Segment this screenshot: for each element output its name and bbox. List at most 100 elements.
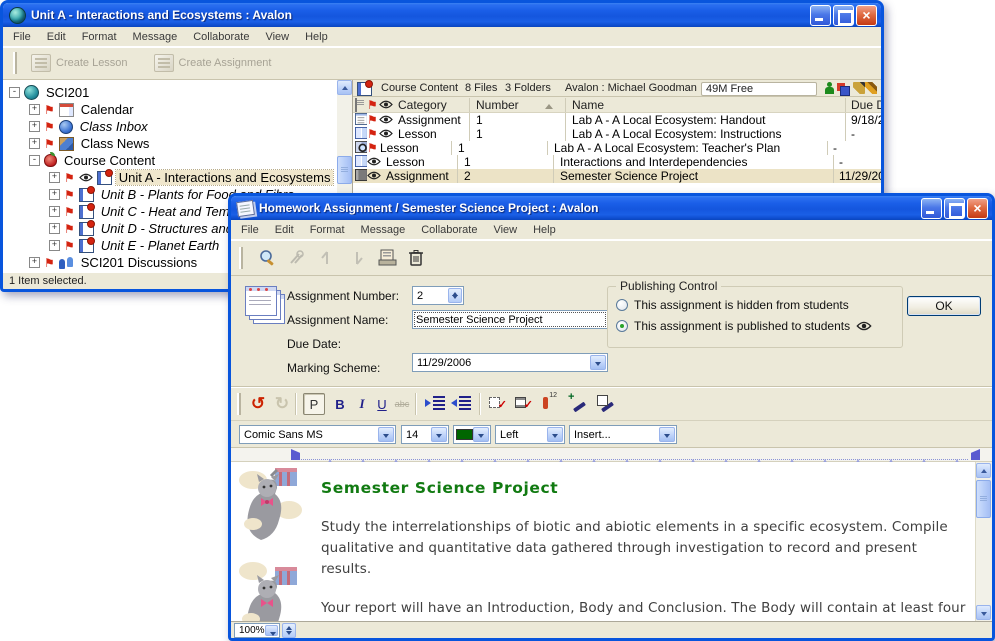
file-row[interactable]: ⚑ Assignment 1 Lab A - A Local Ecosystem… — [353, 113, 881, 127]
menu-item[interactable]: Collaborate — [185, 28, 257, 46]
indent-button[interactable] — [425, 396, 445, 410]
chevron-down-icon[interactable] — [378, 427, 394, 442]
plain-text-button[interactable]: P — [303, 393, 325, 415]
chevron-down-icon[interactable] — [659, 427, 675, 442]
document-scrollbar[interactable] — [975, 462, 992, 621]
menu-item[interactable]: Format — [302, 221, 353, 239]
menu-item[interactable]: Message — [125, 28, 186, 46]
window2-titlebar[interactable]: Homework Assignment / Semester Science P… — [231, 196, 992, 220]
published-radio-option[interactable]: This assignment is published to students — [616, 319, 872, 333]
alignment-select[interactable]: Left — [495, 425, 565, 444]
italic-button[interactable]: I — [351, 393, 373, 415]
assignment-number-stepper[interactable]: 2 — [412, 286, 464, 305]
spellcheck-button[interactable] — [597, 395, 615, 411]
document-editor[interactable]: Semester Science Project Study the inter… — [231, 462, 992, 621]
due-date-select[interactable]: 11/29/2006 — [412, 353, 608, 372]
person-icon[interactable] — [823, 82, 835, 94]
close-button[interactable]: × — [856, 5, 877, 26]
toolbar-grip[interactable] — [237, 393, 241, 415]
menu-item[interactable]: File — [233, 221, 267, 239]
expander-icon[interactable]: + — [29, 138, 40, 149]
toolbar-grip[interactable] — [13, 52, 17, 74]
tree-item[interactable]: + ⚑ Class News — [3, 135, 338, 152]
assignment-name-input[interactable] — [412, 310, 608, 329]
create-assignment-button[interactable]: Create Assignment — [154, 54, 272, 72]
tree-item[interactable]: + ⚑ Calendar — [3, 101, 338, 118]
minimize-button[interactable] — [921, 198, 942, 219]
eye-column-icon[interactable] — [379, 98, 397, 112]
zoom-select[interactable]: 100% — [234, 623, 280, 638]
ok-button[interactable]: OK — [907, 296, 981, 316]
tree-item[interactable]: + ⚑ Class Inbox — [3, 118, 338, 135]
right-margin-marker[interactable] — [971, 449, 980, 460]
search-icon[interactable] — [257, 248, 277, 268]
bold-button[interactable]: B — [329, 393, 351, 415]
next-icon[interactable] — [347, 248, 367, 268]
window1-titlebar[interactable]: Unit A - Interactions and Ecosystems : A… — [3, 3, 881, 27]
strikethrough-button[interactable]: abc — [391, 393, 413, 415]
file-row[interactable]: ⚑ Lesson 1 Lab A - A Local Ecosystem: Te… — [353, 141, 881, 155]
menu-item[interactable]: File — [5, 28, 39, 46]
trash-icon[interactable] — [407, 248, 427, 268]
tools-icon[interactable] — [287, 248, 307, 268]
signature-pen-icon[interactable] — [865, 82, 877, 94]
radio-off-icon[interactable] — [616, 299, 628, 311]
expander-icon[interactable]: - — [9, 87, 20, 98]
font-color-select[interactable] — [453, 425, 491, 444]
print-icon[interactable] — [377, 248, 397, 268]
undo-button[interactable]: ↺ — [247, 393, 269, 415]
expander-icon[interactable]: + — [29, 121, 40, 132]
layers-icon[interactable] — [837, 82, 849, 94]
flag-column-icon[interactable]: ⚑ — [367, 99, 379, 111]
tree-item[interactable]: + ⚑ Unit A - Interactions and Ecosystems — [3, 169, 338, 186]
file-row[interactable]: ⚑ Lesson 1 Interactions and Interdepende… — [353, 155, 881, 169]
expander-icon[interactable]: - — [29, 155, 40, 166]
ruler[interactable] — [231, 448, 992, 462]
toolbar-grip[interactable] — [239, 247, 243, 269]
column-category[interactable]: Category — [397, 98, 469, 112]
menu-item[interactable]: Help — [525, 221, 564, 239]
minimize-button[interactable] — [810, 5, 831, 26]
column-due-date[interactable]: Due Date — [845, 98, 881, 112]
expander-icon[interactable]: + — [49, 172, 60, 183]
create-lesson-button[interactable]: Create Lesson — [31, 54, 128, 72]
expander-icon[interactable]: + — [29, 104, 40, 115]
column-name[interactable]: Name — [565, 98, 845, 112]
chevron-down-icon[interactable] — [431, 427, 447, 442]
superscript-marker-button[interactable] — [541, 395, 555, 411]
scroll-up-button[interactable] — [976, 463, 991, 478]
stepper-buttons[interactable] — [448, 288, 462, 303]
file-row[interactable]: ⚑ Lesson 1 Lab A - A Local Ecosystem: In… — [353, 127, 881, 141]
column-number[interactable]: Number — [469, 98, 565, 112]
note-column-icon[interactable] — [353, 98, 367, 112]
close-button[interactable]: × — [967, 198, 988, 219]
left-margin-marker[interactable] — [291, 449, 300, 460]
list-check-button[interactable] — [515, 395, 533, 411]
menu-item[interactable]: Collaborate — [413, 221, 485, 239]
select-check-button[interactable] — [489, 395, 507, 411]
menu-item[interactable]: Edit — [39, 28, 74, 46]
chevron-down-icon[interactable] — [265, 625, 278, 636]
chevron-down-icon[interactable] — [547, 427, 563, 442]
zoom-stepper[interactable] — [282, 623, 296, 638]
insert-select[interactable]: Insert... — [569, 425, 677, 444]
scroll-thumb[interactable] — [337, 156, 352, 184]
maximize-button[interactable] — [944, 198, 965, 219]
file-row[interactable]: ⚑ Assignment 2 Semester Science Project … — [353, 169, 881, 183]
chevron-down-icon[interactable] — [473, 427, 489, 442]
tree-item[interactable]: - ⚑ SCI201 — [3, 84, 338, 101]
radio-on-icon[interactable] — [616, 320, 628, 332]
font-size-select[interactable]: 14 — [401, 425, 449, 444]
hidden-radio-option[interactable]: This assignment is hidden from students — [616, 298, 849, 312]
font-family-select[interactable]: Comic Sans MS — [239, 425, 396, 444]
menu-item[interactable]: Edit — [267, 221, 302, 239]
maximize-button[interactable] — [833, 5, 854, 26]
previous-icon[interactable] — [317, 248, 337, 268]
menu-item[interactable]: Message — [353, 221, 414, 239]
scroll-thumb[interactable] — [976, 480, 991, 518]
scroll-up-button[interactable] — [337, 80, 352, 95]
expander-icon[interactable]: + — [49, 223, 60, 234]
menu-item[interactable]: View — [485, 221, 525, 239]
tree-item[interactable]: - ⚑ Course Content — [3, 152, 338, 169]
expander-icon[interactable]: + — [29, 257, 40, 268]
